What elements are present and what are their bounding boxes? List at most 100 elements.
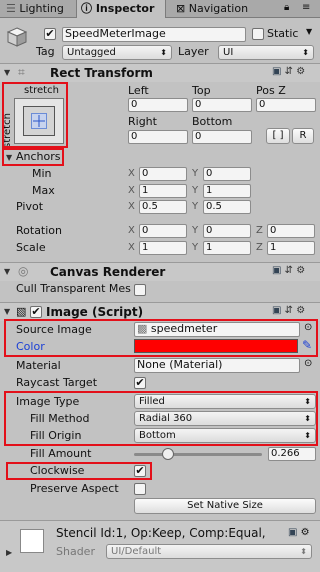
material-thumbnail xyxy=(20,529,44,553)
blueprint-mode-button[interactable]: [ ] xyxy=(266,128,290,144)
anchor-preset-side-text: stretch xyxy=(2,113,13,148)
canvas-renderer-header[interactable]: ▼ ◎ Canvas Renderer ▣ ⇵ ⚙ xyxy=(0,263,320,281)
source-image-field[interactable]: ▩ speedmeter xyxy=(134,322,300,337)
col-bottom-label: Bottom xyxy=(192,115,233,128)
left-field[interactable]: 0 xyxy=(128,98,188,112)
fill-method-dropdown[interactable]: Radial 360 ⬍ xyxy=(134,411,316,426)
reference-book-icon[interactable]: ▣ xyxy=(272,66,281,77)
anchors-label: Anchors xyxy=(16,150,61,163)
shader-dropdown[interactable]: UI/Default ⬍ xyxy=(106,544,312,559)
rect-transform-header[interactable]: ▼ ⌗ Rect Transform ▣ ⇵ ⚙ xyxy=(0,64,320,82)
pivot-x-axis: X xyxy=(128,201,135,212)
rect-transform-title: Rect Transform xyxy=(50,66,153,80)
image-type-dropdown[interactable]: Filled ⬍ xyxy=(134,394,316,409)
preserve-aspect-checkbox[interactable] xyxy=(134,483,146,495)
fill-origin-value: Bottom xyxy=(139,430,176,441)
foldout-collapsed-icon[interactable]: ▶ xyxy=(6,548,12,557)
scale-z-axis: Z xyxy=(256,242,263,253)
rot-z-field[interactable]: 0 xyxy=(267,224,315,238)
scale-y-field[interactable]: 1 xyxy=(203,241,251,255)
preset-icon[interactable]: ⇵ xyxy=(285,305,293,316)
tab-navigation[interactable]: ⊠ Navigation xyxy=(172,0,262,18)
rot-y-field[interactable]: 0 xyxy=(203,224,251,238)
anchor-preset-button[interactable] xyxy=(14,98,64,144)
tag-value: Untagged xyxy=(67,47,116,58)
raw-edit-button[interactable]: R xyxy=(292,128,314,144)
gameobject-name-field[interactable]: SpeedMeterImage xyxy=(62,27,246,42)
scale-x-field[interactable]: 1 xyxy=(139,241,187,255)
anchors-foldout-icon[interactable]: ▼ xyxy=(6,153,12,162)
bottom-field[interactable]: 0 xyxy=(192,130,252,144)
raycast-target-checkbox[interactable]: ✔ xyxy=(134,377,146,389)
info-icon: ⓘ xyxy=(81,2,92,15)
max-y-field[interactable]: 1 xyxy=(203,184,251,198)
reference-book-icon[interactable]: ▣ xyxy=(272,265,281,276)
color-swatch[interactable] xyxy=(134,339,298,353)
max-label: Max xyxy=(32,184,55,197)
source-image-value: speedmeter xyxy=(150,322,218,335)
layer-value: UI xyxy=(223,47,234,58)
pivot-y-field[interactable]: 0.5 xyxy=(203,200,251,214)
set-native-size-button[interactable]: Set Native Size xyxy=(134,498,316,514)
gameobject-active-checkbox[interactable]: ✔ xyxy=(44,28,56,40)
static-dropdown-arrow-icon[interactable]: ▼ xyxy=(306,27,312,36)
image-enabled-checkbox[interactable]: ✔ xyxy=(30,306,42,318)
source-image-label: Source Image xyxy=(16,323,92,336)
reference-book-icon[interactable]: ▣ xyxy=(288,527,297,538)
reference-book-icon[interactable]: ▣ xyxy=(272,305,281,316)
tab-inspector[interactable]: ⓘ Inspector xyxy=(76,0,166,18)
chevron-down-icon: ⬍ xyxy=(302,48,309,57)
fill-amount-label: Fill Amount xyxy=(30,447,92,460)
sprite-icon: ▩ xyxy=(137,322,148,335)
fill-amount-field[interactable]: 0.266 xyxy=(268,447,316,461)
pivot-x-field[interactable]: 0.5 xyxy=(139,200,187,214)
cull-transparent-checkbox[interactable] xyxy=(134,284,146,296)
component-gear-icon[interactable]: ⚙ xyxy=(296,66,305,77)
clockwise-checkbox[interactable]: ✔ xyxy=(134,465,146,477)
posz-field[interactable]: 0 xyxy=(256,98,316,112)
rot-x-axis: X xyxy=(128,225,135,236)
tab-menu-icon[interactable]: ≡ xyxy=(302,2,310,13)
tab-inspector-label: Inspector xyxy=(95,2,155,15)
foldout-expanded-icon: ▼ xyxy=(4,267,11,276)
image-script-header[interactable]: ▼ ▧ ✔ Image (Script) ▣ ⇵ ⚙ xyxy=(0,303,320,321)
material-field[interactable]: None (Material) xyxy=(134,358,300,373)
fill-origin-dropdown[interactable]: Bottom ⬍ xyxy=(134,428,316,443)
fill-amount-slider-track[interactable] xyxy=(134,453,262,456)
eyedropper-icon[interactable]: ✎ xyxy=(302,338,312,352)
preset-icon[interactable]: ⇵ xyxy=(285,66,293,77)
rot-x-field[interactable]: 0 xyxy=(139,224,187,238)
min-x-field[interactable]: 0 xyxy=(139,167,187,181)
max-x-axis: X xyxy=(128,185,135,196)
max-y-axis: Y xyxy=(192,185,199,196)
object-picker-icon[interactable]: ⊙ xyxy=(304,322,312,333)
max-x-field[interactable]: 1 xyxy=(139,184,187,198)
right-field[interactable]: 0 xyxy=(128,130,188,144)
top-field[interactable]: 0 xyxy=(192,98,252,112)
image-script-title: Image (Script) xyxy=(46,305,144,319)
layer-dropdown[interactable]: UI ⬍ xyxy=(218,45,314,60)
preset-icon[interactable]: ⇵ xyxy=(285,265,293,276)
fill-method-value: Radial 360 xyxy=(139,413,193,424)
static-checkbox[interactable] xyxy=(252,28,264,40)
scale-x-axis: X xyxy=(128,242,135,253)
col-posz-label: Pos Z xyxy=(256,84,286,97)
component-gear-icon[interactable]: ⚙ xyxy=(296,265,305,276)
color-label: Color xyxy=(16,340,45,353)
tag-dropdown[interactable]: Untagged ⬍ xyxy=(62,45,172,60)
lock-icon[interactable]: 🔒︎ xyxy=(284,2,289,13)
tab-lighting[interactable]: ☰ Lighting xyxy=(2,0,74,18)
rot-y-axis: Y xyxy=(192,225,199,236)
clockwise-label: Clockwise xyxy=(30,464,85,477)
rot-z-axis: Z xyxy=(256,225,263,236)
fill-amount-slider-thumb[interactable] xyxy=(162,448,175,460)
component-gear-icon[interactable]: ⚙ xyxy=(296,305,305,316)
tag-label: Tag xyxy=(36,45,55,58)
tab-lighting-label: Lighting xyxy=(19,2,64,15)
scale-z-field[interactable]: 1 xyxy=(267,241,315,255)
min-y-field[interactable]: 0 xyxy=(203,167,251,181)
object-picker-icon[interactable]: ⊙ xyxy=(304,358,312,369)
component-gear-icon[interactable]: ⚙ xyxy=(301,527,310,538)
gameobject-cube-icon xyxy=(6,26,28,48)
preserve-aspect-label: Preserve Aspect xyxy=(30,482,119,495)
